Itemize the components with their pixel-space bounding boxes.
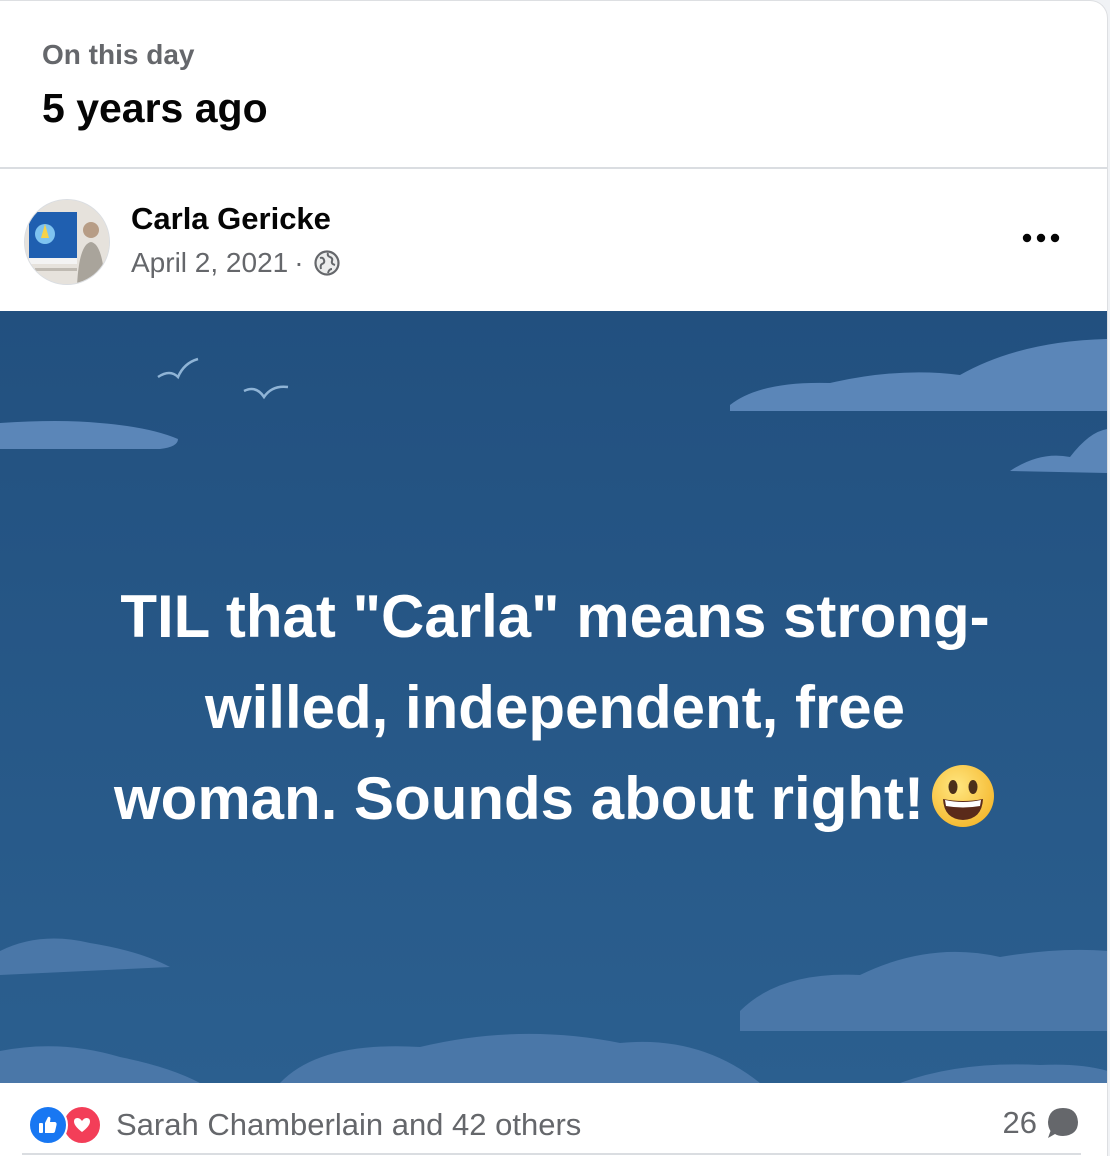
post-text-line: willed, independent, free bbox=[204, 674, 906, 741]
love-icon bbox=[62, 1105, 102, 1145]
comment-count-value: 26 bbox=[1002, 1105, 1037, 1140]
years-ago-title: 5 years ago bbox=[42, 85, 268, 131]
globe-icon bbox=[313, 250, 340, 276]
post-footer: Sarah Chamberlain and 42 others 26 bbox=[0, 1083, 1107, 1156]
post-meta: April 2, 2021 · bbox=[131, 247, 340, 279]
background-text-post[interactable]: TIL that "Carla" means strong- willed, i… bbox=[0, 311, 1107, 1083]
on-this-day-header: On this day 5 years ago bbox=[0, 1, 1107, 169]
post-text-line-with-emoji: woman. Sounds about right! bbox=[60, 753, 1050, 844]
like-icon bbox=[28, 1105, 68, 1145]
more-options-icon[interactable] bbox=[1021, 223, 1061, 253]
memory-card: On this day 5 years ago Carla Gericke Ap… bbox=[0, 0, 1108, 1156]
reactions-summary[interactable]: Sarah Chamberlain and 42 others bbox=[28, 1105, 581, 1145]
reactions-text: Sarah Chamberlain and 42 others bbox=[116, 1107, 582, 1142]
post-date[interactable]: April 2, 2021 bbox=[131, 247, 288, 279]
post-header: Carla Gericke April 2, 2021 · bbox=[0, 171, 1107, 311]
footer-divider bbox=[22, 1153, 1081, 1155]
on-this-day-label: On this day bbox=[42, 39, 195, 70]
comments-count[interactable]: 26 bbox=[1003, 1105, 1081, 1141]
grinning-face-emoji bbox=[930, 763, 996, 829]
post-text: TIL that "Carla" means strong- willed, i… bbox=[60, 571, 1050, 844]
meta-separator: · bbox=[294, 247, 304, 278]
author-name[interactable]: Carla Gericke bbox=[131, 201, 331, 237]
post-text-line: TIL that "Carla" means strong- bbox=[120, 583, 990, 650]
post-text-line: woman. Sounds about right! bbox=[114, 765, 924, 832]
author-avatar[interactable] bbox=[24, 199, 110, 285]
comment-icon bbox=[1045, 1105, 1081, 1141]
